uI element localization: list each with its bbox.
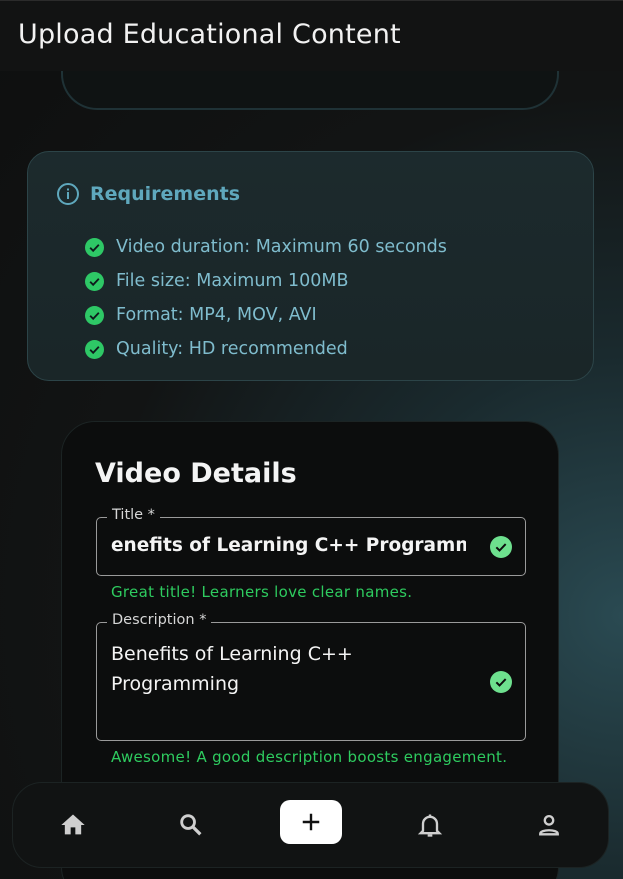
check-circle-icon xyxy=(85,339,104,359)
app-bar: Upload Educational Content xyxy=(0,0,623,71)
nav-home[interactable] xyxy=(53,805,93,845)
title-helper-text: Great title! Learners love clear names. xyxy=(111,583,413,601)
list-item: File size: Maximum 100MB xyxy=(85,264,447,298)
requirements-header: Requirements xyxy=(56,182,240,206)
description-input-line-1[interactable]: Benefits of Learning C++ xyxy=(111,639,353,669)
page-title: Upload Educational Content xyxy=(18,19,401,50)
check-circle-icon xyxy=(85,271,104,291)
bell-icon xyxy=(417,814,443,837)
requirement-text: Format: MP4, MOV, AVI xyxy=(116,305,317,325)
requirements-list: Video duration: Maximum 60 seconds File … xyxy=(85,230,447,366)
requirement-text: Video duration: Maximum 60 seconds xyxy=(116,237,447,257)
description-field[interactable]: Description * Benefits of Learning C++ P… xyxy=(96,612,526,741)
requirements-card: Requirements Video duration: Maximum 60 … xyxy=(27,151,594,381)
description-field-label: Description * xyxy=(107,612,212,628)
nav-notifications[interactable] xyxy=(410,805,450,845)
requirement-text: File size: Maximum 100MB xyxy=(116,271,349,291)
list-item: Format: MP4, MOV, AVI xyxy=(85,298,447,332)
bottom-nav xyxy=(12,782,609,868)
requirements-title: Requirements xyxy=(90,183,241,205)
requirement-text: Quality: HD recommended xyxy=(116,339,348,359)
description-helper-text: Awesome! A good description boosts engag… xyxy=(111,748,508,766)
search-icon xyxy=(180,814,202,836)
person-icon xyxy=(539,814,559,836)
check-circle-icon xyxy=(85,237,104,257)
info-icon xyxy=(57,183,79,205)
title-field-label: Title * xyxy=(107,507,160,523)
description-input-line-2[interactable]: Programming xyxy=(111,669,239,699)
video-details-title: Video Details xyxy=(95,458,297,489)
check-circle-icon xyxy=(490,536,512,558)
list-item: Video duration: Maximum 60 seconds xyxy=(85,230,447,264)
title-input[interactable]: enefits of Learning C++ Programming xyxy=(111,535,466,556)
nav-search[interactable] xyxy=(171,805,211,845)
check-circle-icon xyxy=(85,305,104,325)
add-icon xyxy=(302,813,320,831)
nav-profile[interactable] xyxy=(529,805,569,845)
check-circle-icon xyxy=(490,671,512,693)
list-item: Quality: HD recommended xyxy=(85,332,447,366)
add-button[interactable] xyxy=(280,800,342,844)
home-icon xyxy=(61,814,85,835)
title-field[interactable]: Title * enefits of Learning C++ Programm… xyxy=(96,507,526,576)
